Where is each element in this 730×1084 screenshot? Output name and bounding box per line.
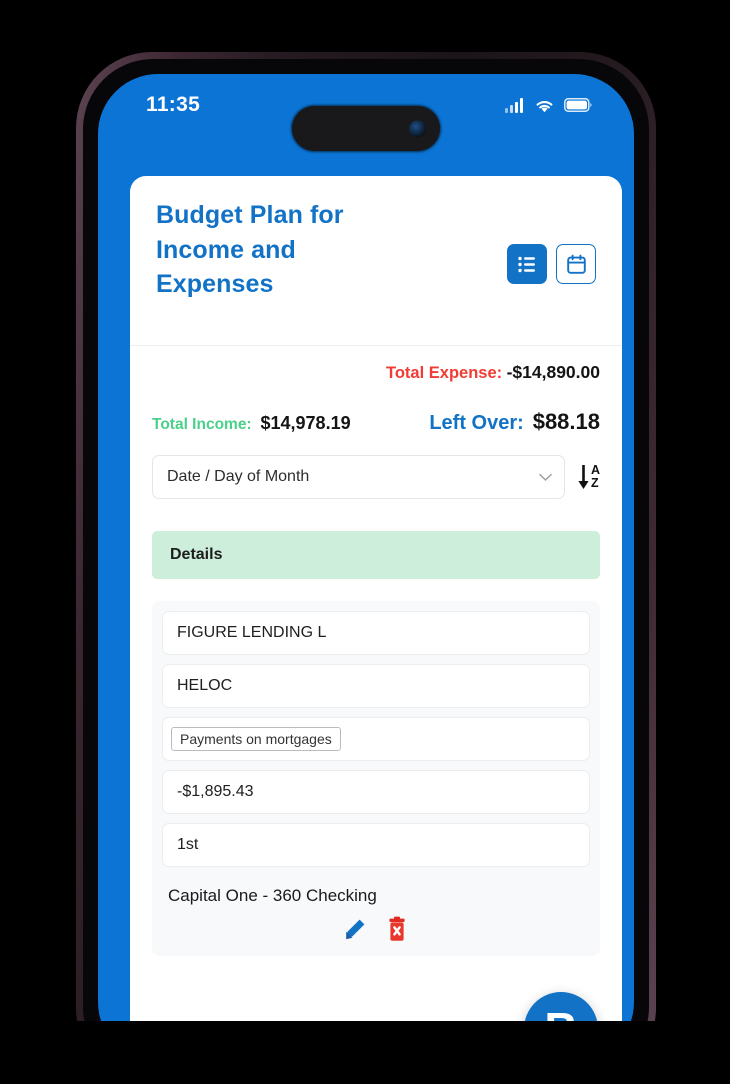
totals-summary: Total Expense: -$14,890.00 Total Income:… <box>130 346 622 441</box>
status-bar-time: 11:35 <box>146 93 201 116</box>
phone-screen: 11:35 Budget Plan for Income and Expense… <box>98 74 634 1062</box>
status-bar-icons <box>505 97 592 113</box>
total-expense-value: -$14,890.00 <box>506 362 600 382</box>
sort-controls: Date / Day of Month AZ <box>130 441 622 499</box>
record-account-label: Capital One - 360 Checking <box>168 886 377 905</box>
sort-field-select[interactable]: Date / Day of Month <box>152 455 565 499</box>
calendar-view-button[interactable] <box>556 244 596 284</box>
sort-field-value: Date / Day of Month <box>167 468 310 485</box>
total-expense-row: Total Expense: -$14,890.00 <box>152 362 600 383</box>
record-amount-field[interactable]: -$1,895.43 <box>162 770 590 814</box>
list-view-button[interactable] <box>507 244 547 284</box>
pencil-icon[interactable] <box>342 916 368 942</box>
cellular-signal-icon <box>505 97 523 113</box>
income-leftover-row: Total Income: $14,978.19 Left Over: $88.… <box>152 409 600 435</box>
header-actions <box>507 244 596 284</box>
total-expense-label: Total Expense: <box>385 364 503 382</box>
chevron-down-icon <box>539 473 552 481</box>
total-income-label: Total Income: <box>152 416 252 433</box>
list-icon <box>517 256 535 272</box>
total-income-group: Total Income: $14,978.19 <box>152 413 351 434</box>
record-payee-field[interactable]: FIGURE LENDING L <box>162 611 590 655</box>
trash-delete-icon[interactable] <box>384 916 410 942</box>
page-title: Budget Plan for Income and Expenses <box>156 201 344 298</box>
bottom-crop-mask <box>0 1021 730 1084</box>
left-over-value: $88.18 <box>532 409 600 434</box>
sort-direction-button[interactable]: AZ <box>577 463 600 491</box>
calendar-icon <box>566 254 586 274</box>
wifi-icon <box>536 100 553 112</box>
front-camera-icon <box>409 120 426 137</box>
app-header: Budget Plan for Income and Expenses <box>130 176 622 346</box>
down-arrow-icon <box>578 465 589 489</box>
battery-icon <box>564 98 592 112</box>
record-day-field[interactable]: 1st <box>162 823 590 867</box>
phone-frame: 11:35 Budget Plan for Income and Expense… <box>76 52 656 1084</box>
sort-a-z-icon: AZ <box>590 463 600 490</box>
total-income-value: $14,978.19 <box>260 413 351 433</box>
record-actions <box>162 910 590 944</box>
category-tag: Payments on mortgages <box>171 727 341 751</box>
app-content-card: Budget Plan for Income and Expenses Tota… <box>130 176 622 1062</box>
dynamic-island <box>292 106 440 151</box>
left-over-group: Left Over: $88.18 <box>429 409 600 435</box>
record-description-field[interactable]: HELOC <box>162 664 590 708</box>
details-section-header: Details <box>152 531 600 579</box>
screenshot-stage: 11:35 Budget Plan for Income and Expense… <box>0 0 730 1084</box>
phone-bezel: 11:35 Budget Plan for Income and Expense… <box>83 59 649 1077</box>
record-category-field[interactable]: Payments on mortgages <box>162 717 590 761</box>
record-row[interactable]: FIGURE LENDING L HELOC Payments on mortg… <box>152 601 600 956</box>
left-over-label: Left Over: <box>429 412 524 434</box>
